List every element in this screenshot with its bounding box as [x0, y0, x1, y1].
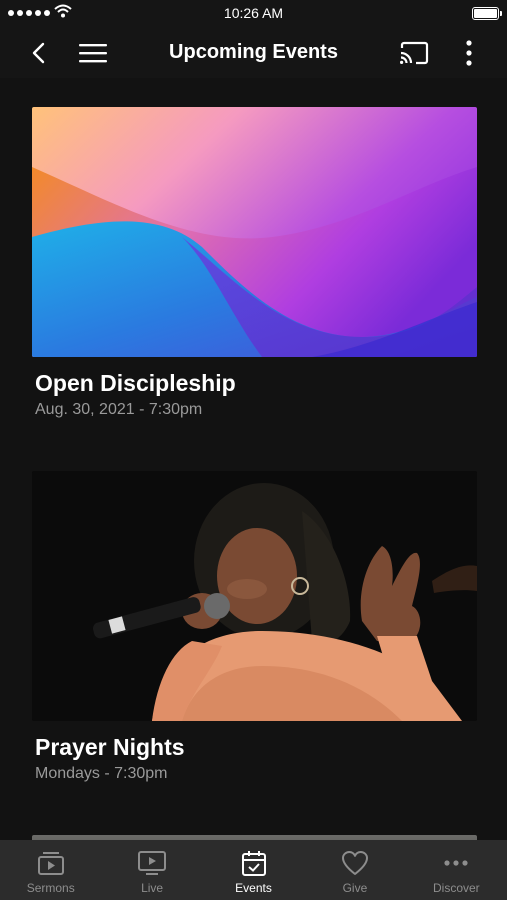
- event-card-open-discipleship[interactable]: Open Discipleship Aug. 30, 2021 - 7:30pm: [32, 107, 477, 419]
- app-header: Upcoming Events: [0, 28, 507, 78]
- event-image-abstract-waves: [32, 107, 477, 357]
- more-dots-icon: [444, 860, 468, 866]
- event-title: Prayer Nights: [35, 734, 185, 760]
- event-date: Aug. 30, 2021 - 7:30pm: [35, 401, 203, 418]
- tab-label: Give: [342, 881, 368, 895]
- live-tv-icon: [138, 851, 167, 875]
- heart-icon: [341, 851, 368, 875]
- tab-label: Events: [235, 881, 272, 895]
- tab-sermons[interactable]: Sermons: [0, 840, 101, 900]
- events-list[interactable]: Open Discipleship Aug. 30, 2021 - 7:30pm: [0, 78, 507, 840]
- battery-icon: [472, 7, 502, 20]
- event-image-singer-photo: [32, 471, 477, 721]
- cast-button[interactable]: [397, 36, 431, 70]
- tab-label: Live: [141, 881, 164, 895]
- status-bar: 10:26 AM: [0, 0, 507, 28]
- sermons-icon: [37, 852, 64, 875]
- more-vertical-icon: [466, 40, 472, 66]
- event-date: Mondays - 7:30pm: [35, 765, 168, 782]
- event-card-prayer-nights[interactable]: Prayer Nights Mondays - 7:30pm: [32, 471, 477, 783]
- tab-discover[interactable]: Discover: [406, 840, 507, 900]
- tab-label: Sermons: [26, 881, 75, 895]
- tab-live[interactable]: Live: [101, 840, 202, 900]
- calendar-check-icon: [241, 851, 266, 876]
- tab-events[interactable]: Events: [203, 840, 304, 900]
- tab-label: Discover: [432, 881, 480, 895]
- tab-give[interactable]: Give: [304, 840, 405, 900]
- tab-bar: Sermons Live Events Give Discover: [0, 840, 507, 900]
- cast-icon: [400, 41, 429, 65]
- more-options-button[interactable]: [452, 36, 486, 70]
- status-time: 10:26 AM: [223, 5, 284, 21]
- event-title: Open Discipleship: [35, 370, 236, 396]
